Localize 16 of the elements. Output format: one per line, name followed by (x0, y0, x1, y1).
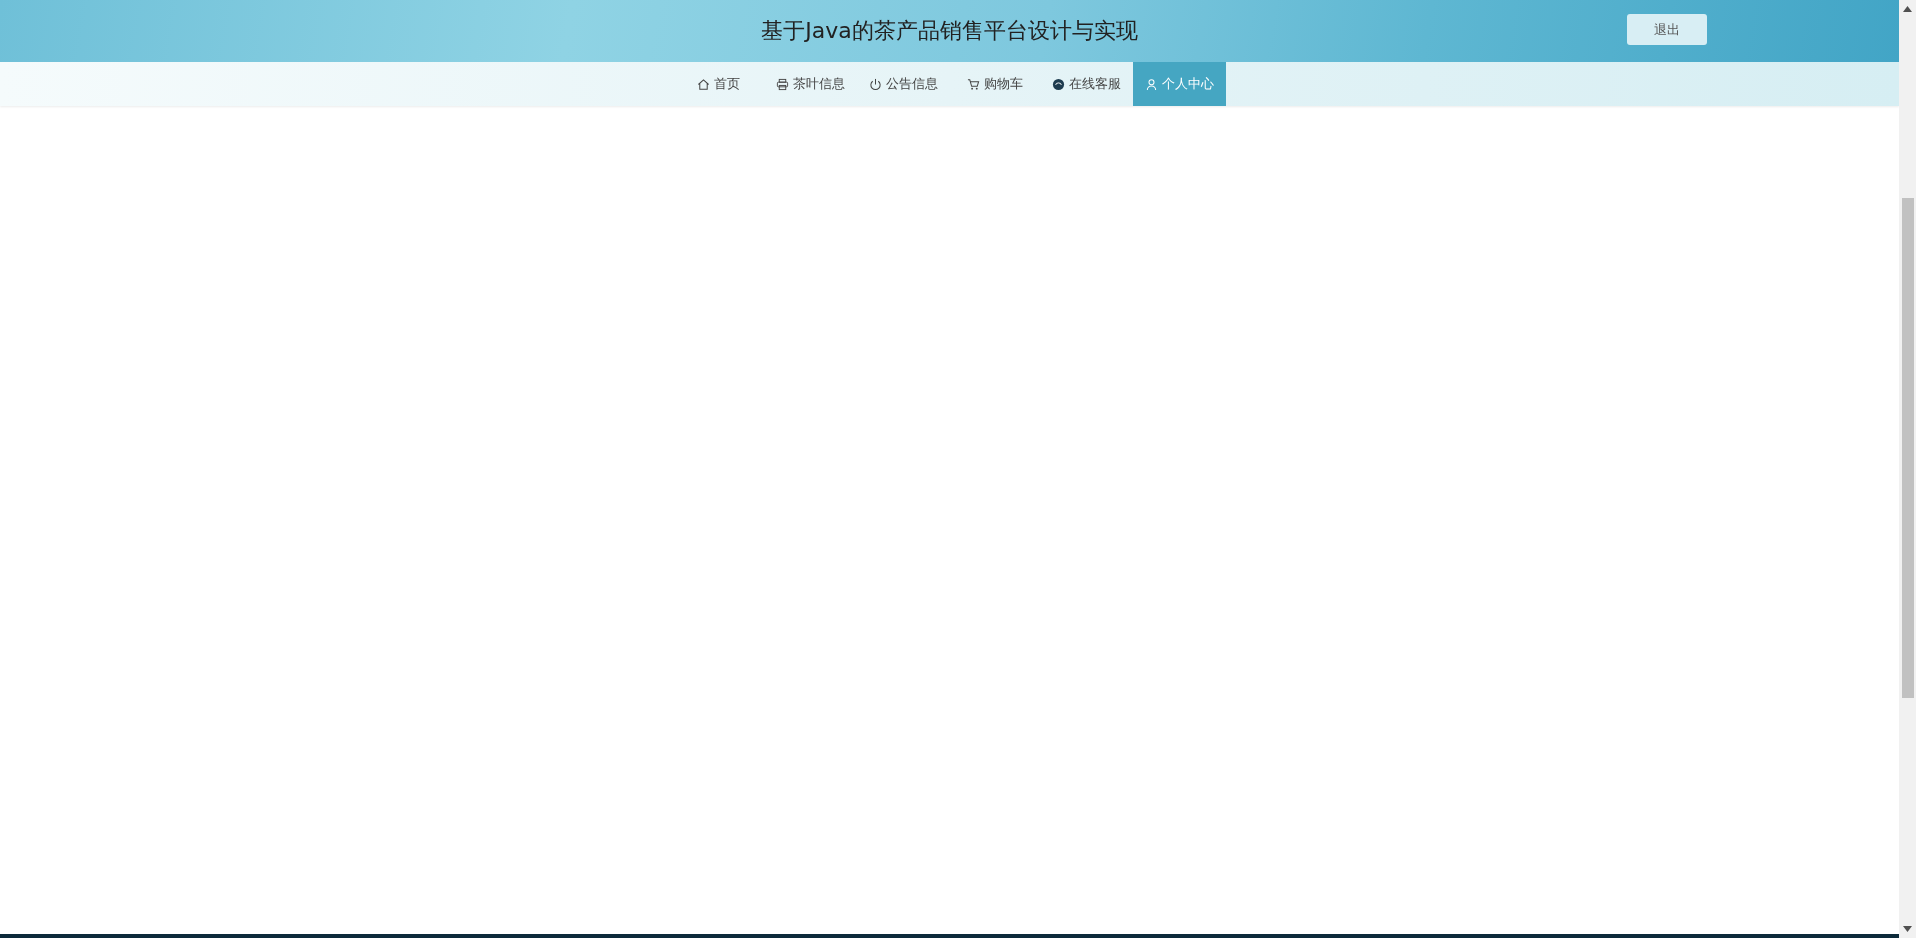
power-icon (868, 77, 882, 91)
scrollbar[interactable] (1899, 0, 1916, 938)
nav-tab[interactable]: 公告信息 (856, 62, 950, 106)
logout-button[interactable]: 退出 (1627, 14, 1707, 45)
nav-tab[interactable]: 茶叶信息 (763, 62, 857, 106)
scrollbar-thumb[interactable] (1901, 198, 1914, 698)
site-title: 基于Java的茶产品销售平台设计与实现 (761, 17, 1138, 45)
home-icon (697, 77, 710, 91)
scroll-up-icon[interactable] (1903, 6, 1912, 12)
user-icon (1144, 77, 1158, 91)
nav-tab[interactable]: 在线客服 (1039, 62, 1133, 106)
printer-icon (775, 77, 789, 91)
nav-tab[interactable]: 购物车 (949, 62, 1040, 106)
scroll-down-icon[interactable] (1903, 926, 1912, 932)
cart-icon (966, 77, 980, 91)
nav-tab[interactable]: 首页 (673, 62, 764, 106)
